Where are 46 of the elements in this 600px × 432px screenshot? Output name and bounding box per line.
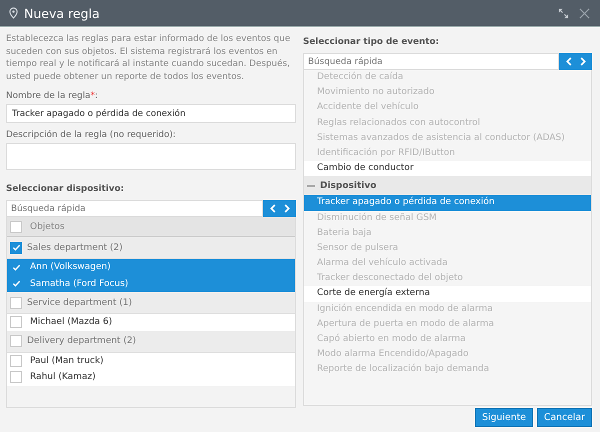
- device-row[interactable]: Paul (Man truck): [7, 352, 295, 369]
- event-item[interactable]: Corte de energía externa: [304, 286, 591, 302]
- group-row[interactable]: Dispositivo: [304, 176, 591, 196]
- search-field[interactable]: Búsqueda rápida: [6, 200, 263, 217]
- device-row[interactable]: Michael (Mazda 6): [7, 314, 295, 330]
- device-label: Samatha (Ford Focus): [30, 278, 128, 289]
- field-label: Descripción de la regla (no requerido):: [6, 130, 177, 140]
- window-title: Nueva regla: [24, 6, 100, 20]
- group-label: Sales department (2): [27, 242, 123, 252]
- group-label: Dispositivo: [320, 180, 376, 191]
- close-icon[interactable]: [579, 8, 590, 18]
- checkbox[interactable]: [10, 371, 22, 384]
- checkbox[interactable]: [10, 316, 22, 328]
- checkbox[interactable]: [10, 354, 22, 367]
- section-title: Seleccionar dispositivo:: [6, 184, 126, 194]
- intro-text: Establecezca las reglas para estar informado de los eventos que suceden con sus objetos. El sistema registrará los eventos en tiempo real y le notificará al instante cuando sucedan. Después, usted puede obtener un reporte de todos los eventos.: [6, 33, 292, 83]
- group-label: Service department (1): [27, 298, 132, 308]
- group-row[interactable]: Service department (1): [7, 292, 295, 314]
- resize-icon[interactable]: [558, 8, 569, 18]
- section-title: Seleccionar tipo de evento:: [303, 37, 440, 47]
- group-label: Delivery department (2): [27, 336, 136, 346]
- navigation-buttons[interactable]: [559, 53, 592, 70]
- event-item[interactable]: Cambio de conductor: [304, 161, 591, 176]
- checkbox[interactable]: [10, 335, 22, 347]
- device-label: Paul (Man truck): [30, 356, 104, 366]
- location-pin-icon: [9, 7, 18, 19]
- text-area[interactable]: [6, 143, 296, 170]
- device-row[interactable]: Rahul (Kamaz): [7, 369, 295, 386]
- device-row[interactable]: Samatha (Ford Focus): [7, 276, 295, 292]
- group-row[interactable]: Delivery department (2): [7, 330, 295, 352]
- device-row[interactable]: Ann (Volkswagen): [7, 259, 295, 276]
- action-button[interactable]: Siguiente: [475, 408, 533, 427]
- device-label: Ann (Volkswagen): [30, 262, 111, 272]
- group-row[interactable]: Sales department (2): [7, 237, 295, 259]
- search-field[interactable]: Búsqueda rápida: [303, 53, 559, 70]
- checkbox[interactable]: [10, 242, 22, 254]
- action-button[interactable]: Cancelar: [536, 408, 592, 427]
- checkbox[interactable]: [10, 220, 22, 232]
- input-field[interactable]: Tracker apagado o pérdida de conexión: [6, 104, 296, 123]
- navigation-buttons[interactable]: [263, 200, 296, 217]
- device-label: Michael (Mazda 6): [30, 317, 112, 328]
- checkbox[interactable]: [10, 296, 22, 308]
- column-header: Objetos: [30, 222, 65, 232]
- event-item[interactable]: Tracker apagado o pérdida de conexión: [304, 195, 591, 210]
- field-label: Nombre de la regla*:: [6, 91, 99, 101]
- device-label: Rahul (Kamaz): [30, 372, 96, 382]
